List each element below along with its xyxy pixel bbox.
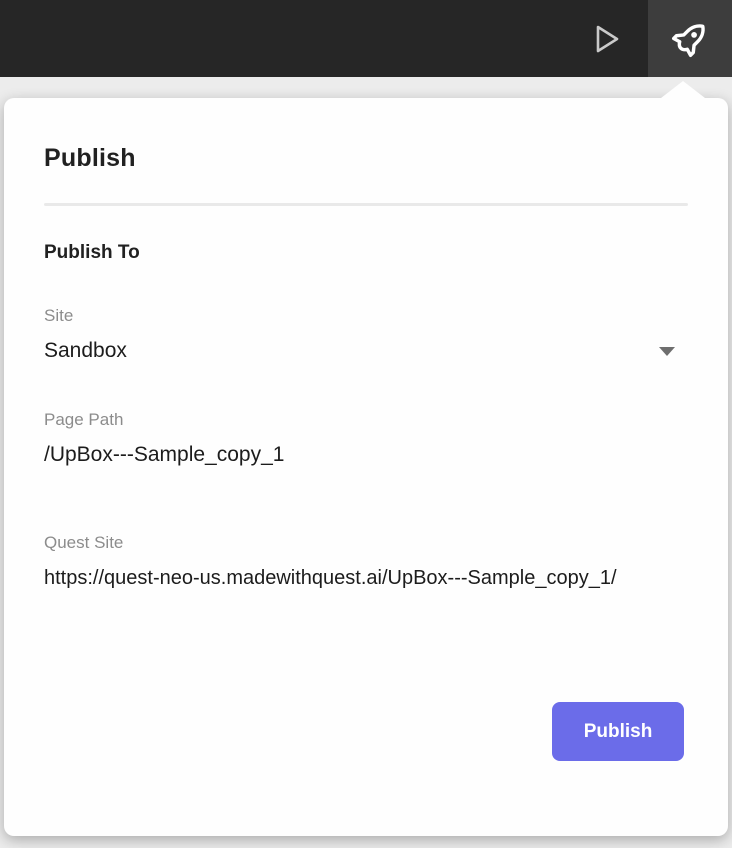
popover-caret [661,81,705,98]
site-select[interactable]: Sandbox [44,339,688,363]
site-field-label: Site [44,306,74,325]
chevron-down-icon [659,346,675,356]
publish-popover: Publish Publish To Site Sandbox Page Pat… [4,81,728,836]
page-path-value: /UpBox---Sample_copy_1 [44,443,285,466]
publish-button[interactable]: Publish [552,702,684,761]
publish-to-heading: Publish To [44,242,140,263]
play-icon [586,19,626,59]
publish-button-toolbar[interactable] [648,0,732,77]
rocket-icon [667,16,713,62]
preview-button[interactable] [564,0,648,77]
toolbar [0,0,732,77]
site-select-value: Sandbox [44,339,127,362]
page-path-label: Page Path [44,410,124,429]
button-row: Publish [44,702,688,761]
quest-site-url: https://quest-neo-us.madewithquest.ai/Up… [44,567,617,589]
divider [44,203,688,206]
popover-title: Publish [44,144,136,172]
quest-site-label: Quest Site [44,533,124,552]
